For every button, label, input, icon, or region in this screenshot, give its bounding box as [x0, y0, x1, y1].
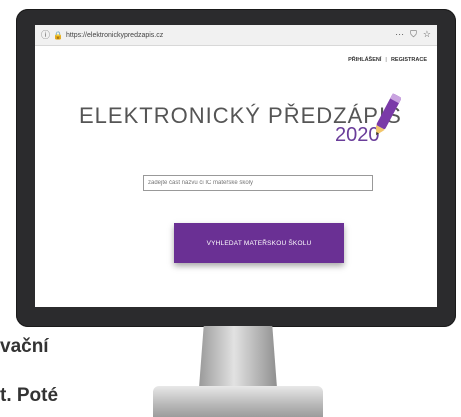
lock-icon: 🔒: [53, 30, 63, 40]
login-link[interactable]: PŘIHLÁŠENÍ: [348, 57, 381, 63]
top-links: PŘIHLÁŠENÍ | REGISTRACE: [348, 57, 427, 63]
background-text-line1: vační: [0, 336, 49, 357]
more-icon[interactable]: ···: [395, 29, 404, 40]
monitor-stand-neck: [199, 326, 277, 388]
link-separator: |: [385, 57, 387, 63]
info-icon[interactable]: ⓘ: [41, 30, 50, 40]
shield-icon[interactable]: ⛉: [410, 29, 417, 40]
search-kindergarten-button[interactable]: VYHLEDAT MATEŘSKOU ŠKOLU: [174, 223, 344, 263]
pencil-icon: [376, 93, 401, 136]
monitor-frame: ⓘ 🔒 https://elektronickypredzapis.cz ···…: [16, 9, 456, 327]
background-text-line2: t. Poté: [0, 385, 59, 406]
search-input[interactable]: [143, 175, 373, 191]
register-link[interactable]: REGISTRACE: [391, 57, 427, 63]
browser-address-bar: ⓘ 🔒 https://elektronickypredzapis.cz ···…: [35, 25, 437, 46]
url-text[interactable]: https://elektronickypredzapis.cz: [66, 32, 163, 39]
monitor-screen: ⓘ 🔒 https://elektronickypredzapis.cz ···…: [35, 25, 437, 307]
star-icon[interactable]: ☆: [423, 29, 431, 40]
monitor-stand-base: [153, 386, 323, 417]
browser-actions: ··· ⛉ ☆: [395, 29, 431, 40]
